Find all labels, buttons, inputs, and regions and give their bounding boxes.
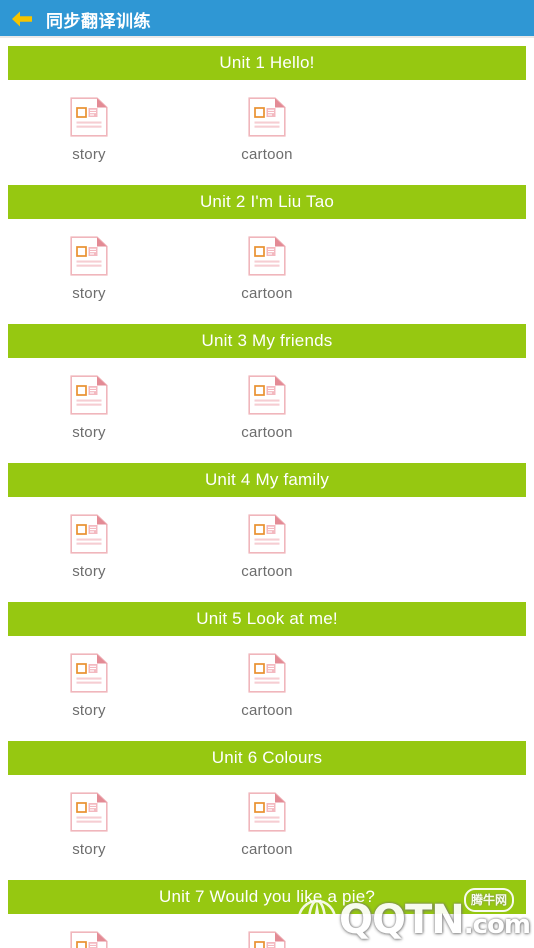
unit-header-bar[interactable]: Unit 4 My family — [8, 463, 526, 497]
unit-item-label: cartoon — [241, 563, 293, 580]
spoken-language-document-icon — [248, 514, 286, 554]
spoken-language-document-icon — [70, 514, 108, 554]
unit-item-label: story — [72, 424, 106, 441]
spoken-language-document-icon — [248, 792, 286, 832]
unit-title: Unit 6 Colours — [211, 748, 323, 767]
spoken-language-document-icon — [70, 931, 108, 948]
unit-item-story[interactable]: story — [0, 236, 178, 302]
spoken-language-document-icon — [248, 653, 286, 693]
unit-block: Unit 7 Would you like a pie? storycartoon — [0, 880, 534, 948]
unit-title: Unit 1 Hello! — [219, 53, 315, 72]
unit-item-cartoon[interactable]: cartoon — [178, 792, 356, 858]
unit-item-label: story — [72, 285, 106, 302]
unit-block: Unit 4 My family story cartoon — [0, 463, 534, 594]
unit-block: Unit 6 Colours story cartoon — [0, 741, 534, 872]
unit-item-label: cartoon — [241, 702, 293, 719]
unit-list[interactable]: Unit 1 Hello! story cartoon Unit 2 I'm Liu … — [0, 38, 534, 948]
unit-item-cartoon[interactable]: cartoon — [178, 236, 356, 302]
app-bar: 同步翻译训练 — [0, 0, 534, 38]
unit-item-cartoon[interactable]: cartoon — [178, 514, 356, 580]
spoken-language-document-icon — [70, 236, 108, 276]
unit-item-story[interactable]: story — [0, 514, 178, 580]
unit-items-row: storycartoon — [0, 914, 534, 948]
unit-item-story[interactable]: story — [0, 931, 178, 948]
unit-header-bar[interactable]: Unit 1 Hello! — [8, 46, 526, 80]
unit-item-label: story — [72, 841, 106, 858]
unit-item-story[interactable]: story — [0, 792, 178, 858]
unit-item-cartoon[interactable]: cartoon — [178, 931, 356, 948]
spoken-language-document-icon — [70, 653, 108, 693]
spoken-language-document-icon — [248, 931, 286, 948]
unit-item-label: story — [72, 563, 106, 580]
unit-header-bar[interactable]: Unit 2 I'm Liu Tao — [8, 185, 526, 219]
unit-item-story[interactable]: story — [0, 97, 178, 163]
spoken-language-document-icon — [70, 97, 108, 137]
unit-items-row: story cartoon — [0, 775, 534, 872]
unit-title: Unit 3 My friends — [201, 331, 333, 350]
unit-block: Unit 1 Hello! story cartoon — [0, 46, 534, 177]
unit-item-cartoon[interactable]: cartoon — [178, 97, 356, 163]
back-arrow-icon[interactable] — [9, 6, 35, 32]
unit-item-label: cartoon — [241, 424, 293, 441]
unit-item-label: cartoon — [241, 146, 293, 163]
unit-header-bar[interactable]: Unit 5 Look at me! — [8, 602, 526, 636]
unit-title: Unit 7 Would you like a pie? — [158, 887, 376, 906]
unit-title: Unit 2 I'm Liu Tao — [199, 192, 335, 211]
unit-items-row: story cartoon — [0, 497, 534, 594]
spoken-language-document-icon — [70, 792, 108, 832]
unit-item-label: cartoon — [241, 841, 293, 858]
unit-header-bar[interactable]: Unit 7 Would you like a pie? — [8, 880, 526, 914]
unit-item-story[interactable]: story — [0, 375, 178, 441]
spoken-language-document-icon — [70, 375, 108, 415]
unit-item-label: story — [72, 146, 106, 163]
unit-header-bar[interactable]: Unit 6 Colours — [8, 741, 526, 775]
unit-header-bar[interactable]: Unit 3 My friends — [8, 324, 526, 358]
unit-item-cartoon[interactable]: cartoon — [178, 375, 356, 441]
page-title: 同步翻译训练 — [46, 11, 151, 31]
unit-block: Unit 5 Look at me! story cartoon — [0, 602, 534, 733]
unit-items-row: story cartoon — [0, 636, 534, 733]
unit-item-label: story — [72, 702, 106, 719]
spoken-language-document-icon — [248, 375, 286, 415]
unit-items-row: story cartoon — [0, 219, 534, 316]
unit-block: Unit 2 I'm Liu Tao story cartoon — [0, 185, 534, 316]
unit-item-story[interactable]: story — [0, 653, 178, 719]
spoken-language-document-icon — [248, 97, 286, 137]
unit-title: Unit 4 My family — [204, 470, 330, 489]
spoken-language-document-icon — [248, 236, 286, 276]
unit-item-cartoon[interactable]: cartoon — [178, 653, 356, 719]
unit-items-row: story cartoon — [0, 358, 534, 455]
unit-items-row: story cartoon — [0, 80, 534, 177]
unit-block: Unit 3 My friends story cartoon — [0, 324, 534, 455]
unit-item-label: cartoon — [241, 285, 293, 302]
unit-title: Unit 5 Look at me! — [196, 609, 338, 628]
